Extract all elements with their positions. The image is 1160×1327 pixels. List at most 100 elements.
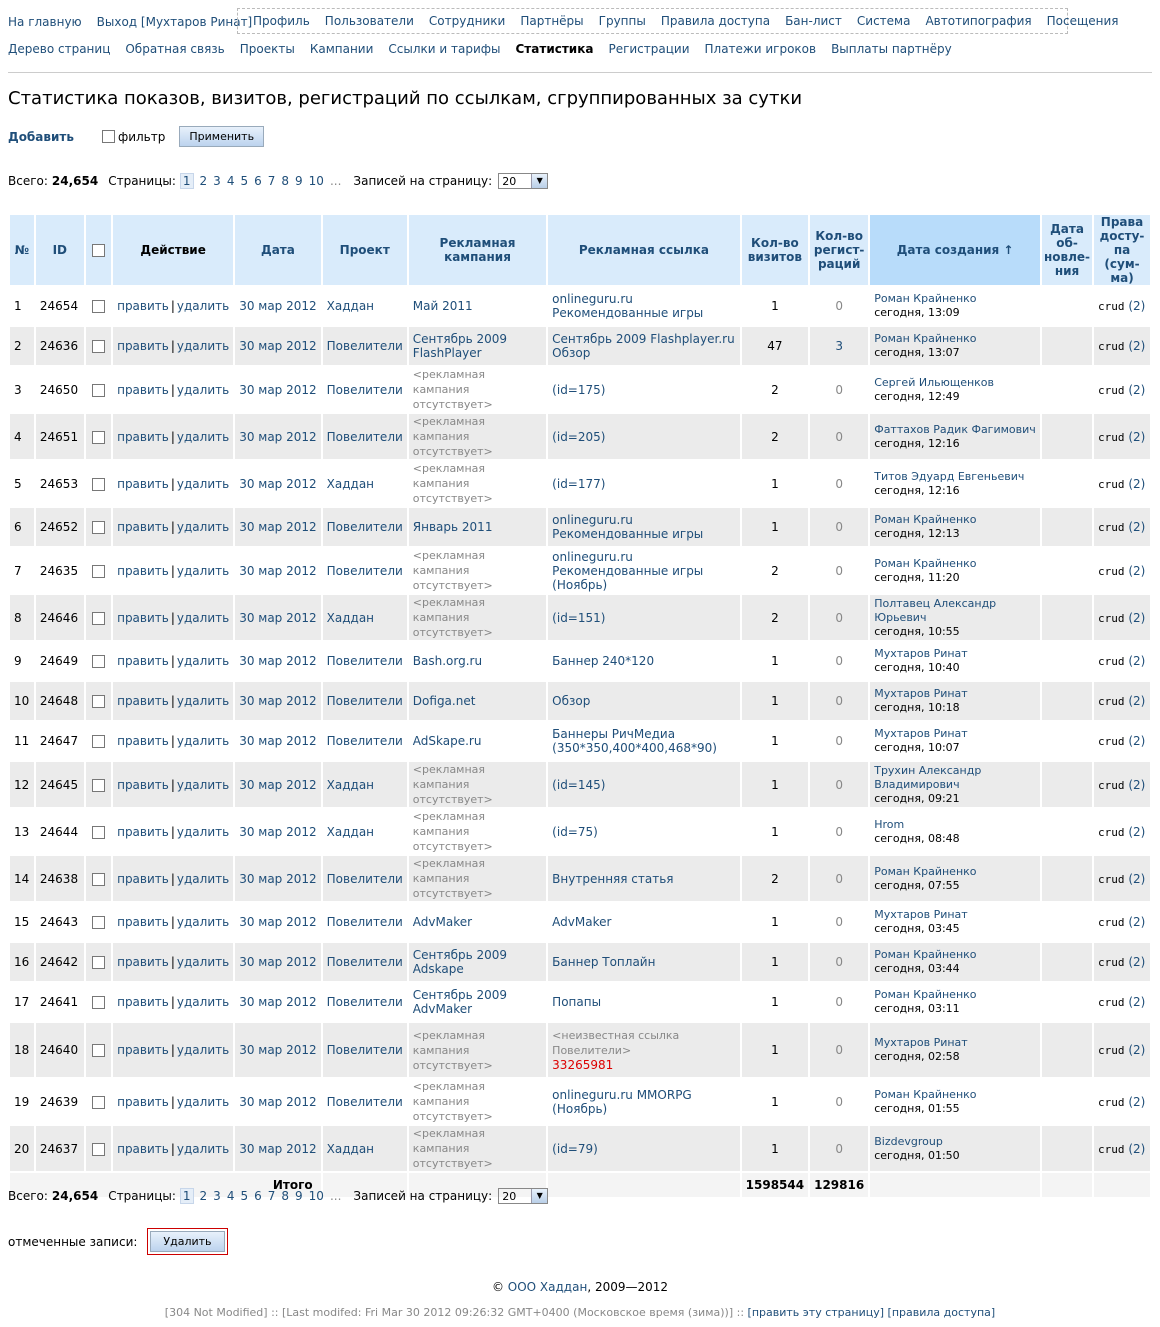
rights-count-link[interactable]: (2) — [1128, 1095, 1145, 1109]
rights-count-link[interactable]: (2) — [1128, 430, 1145, 444]
date-link[interactable]: 30 мар 2012 — [239, 430, 316, 444]
date-link[interactable]: 30 мар 2012 — [239, 654, 316, 668]
project-link[interactable]: Повелители — [327, 564, 403, 578]
project-link[interactable]: Повелители — [327, 430, 403, 444]
row-checkbox[interactable] — [91, 477, 105, 491]
section-nav-item[interactable]: Кампании — [310, 42, 374, 56]
section-nav-item[interactable]: Регистрации — [608, 42, 689, 56]
link-name[interactable]: (id=145) — [552, 778, 605, 792]
delete-link[interactable]: удалить — [177, 520, 229, 534]
link-name[interactable]: Баннеры РичМедиа (350*350,400*400,468*90… — [552, 727, 717, 755]
nav-item[interactable]: Правила доступа — [661, 14, 770, 28]
delete-link[interactable]: удалить — [177, 654, 229, 668]
project-link[interactable]: Повелители — [327, 339, 403, 353]
rights-count-link[interactable]: (2) — [1128, 383, 1145, 397]
campaign-link[interactable]: Сентябрь 2009 Adskape — [413, 948, 507, 976]
link-name[interactable]: Внутренняя статья — [552, 872, 673, 886]
per-page-select[interactable]: 20 ▼ — [498, 173, 549, 189]
date-link[interactable]: 30 мар 2012 — [239, 955, 316, 969]
link-name[interactable]: (id=75) — [552, 825, 598, 839]
date-link[interactable]: 30 мар 2012 — [239, 825, 316, 839]
delete-link[interactable]: удалить — [177, 383, 229, 397]
delete-link[interactable]: удалить — [177, 477, 229, 491]
edit-link[interactable]: править — [117, 955, 169, 969]
row-checkbox[interactable] — [91, 825, 105, 839]
project-link[interactable]: Повелители — [327, 955, 403, 969]
date-link[interactable]: 30 мар 2012 — [239, 383, 316, 397]
campaign-link[interactable]: Dofiga.net — [413, 694, 476, 708]
delete-link[interactable]: удалить — [177, 564, 229, 578]
author-link[interactable]: Полтавец Александр Юрьевич — [874, 597, 996, 624]
delete-link[interactable]: удалить — [177, 339, 229, 353]
row-checkbox[interactable] — [91, 521, 105, 534]
page-link[interactable]: 9 — [295, 1189, 303, 1203]
col-updated[interactable]: Дата об-новле-ния — [1039, 213, 1095, 287]
row-checkbox[interactable] — [91, 956, 105, 969]
row-checkbox[interactable] — [91, 655, 105, 668]
project-link[interactable]: Повелители — [327, 1043, 403, 1057]
row-checkbox[interactable] — [91, 1044, 105, 1057]
author-link[interactable]: Мухтаров Ринат — [874, 1036, 967, 1049]
page-link[interactable]: 5 — [240, 174, 248, 188]
page-link[interactable]: 9 — [295, 174, 303, 188]
author-link[interactable]: Bizdevgroup — [874, 1135, 943, 1148]
project-link[interactable]: Хаддан — [327, 611, 374, 625]
row-checkbox[interactable] — [91, 564, 105, 578]
col-id[interactable]: ID — [33, 213, 86, 287]
rights-count-link[interactable]: (2) — [1128, 477, 1145, 491]
nav-item[interactable]: Система — [857, 14, 911, 28]
campaign-link[interactable]: AdvMaker — [413, 915, 472, 929]
rights-count-link[interactable]: (2) — [1128, 694, 1145, 708]
page-link[interactable]: 8 — [281, 1189, 289, 1203]
project-link[interactable]: Повелители — [327, 520, 403, 534]
date-link[interactable]: 30 мар 2012 — [239, 694, 316, 708]
date-link[interactable]: 30 мар 2012 — [239, 564, 316, 578]
project-link[interactable]: Хаддан — [327, 778, 374, 792]
select-all-checkbox[interactable] — [91, 244, 105, 257]
page-link[interactable]: 3 — [213, 174, 221, 188]
row-checkbox[interactable] — [91, 735, 105, 748]
row-checkbox[interactable] — [91, 916, 105, 929]
link-name[interactable]: (id=177) — [552, 477, 605, 491]
author-link[interactable]: Мухтаров Ринат — [874, 647, 967, 660]
rights-count-link[interactable]: (2) — [1128, 1043, 1145, 1057]
author-link[interactable]: Мухтаров Ринат — [874, 687, 967, 700]
delete-link[interactable]: удалить — [177, 1095, 229, 1109]
edit-link[interactable]: править — [117, 299, 169, 313]
link-name[interactable]: Сентябрь 2009 Flashplayer.ru Обзор — [552, 332, 735, 360]
link-name[interactable]: Баннер 240*120 — [552, 654, 654, 668]
delete-link[interactable]: удалить — [177, 299, 229, 313]
project-link[interactable]: Повелители — [327, 654, 403, 668]
section-nav-item[interactable]: Выплаты партнёру — [831, 42, 952, 56]
delete-link[interactable]: удалить — [177, 955, 229, 969]
date-link[interactable]: 30 мар 2012 — [239, 995, 316, 1009]
campaign-link[interactable]: Bash.org.ru — [413, 654, 482, 668]
campaign-link[interactable]: Май 2011 — [413, 299, 473, 313]
nav-item[interactable]: Группы — [599, 14, 646, 28]
row-checkbox[interactable] — [91, 1142, 105, 1156]
edit-link[interactable]: править — [117, 778, 169, 792]
delete-link[interactable]: удалить — [177, 430, 229, 444]
row-checkbox[interactable] — [91, 383, 105, 397]
project-link[interactable]: Хаддан — [327, 299, 374, 313]
page-link[interactable]: 2 — [200, 174, 208, 188]
edit-link[interactable]: править — [117, 564, 169, 578]
edit-link[interactable]: править — [117, 430, 169, 444]
col-rights[interactable]: Права досту-па (сум-ма) — [1092, 213, 1152, 287]
link-name[interactable]: (id=175) — [552, 383, 605, 397]
author-link[interactable]: Титов Эдуард Евгеньевич — [874, 470, 1024, 483]
rights-count-link[interactable]: (2) — [1128, 872, 1145, 886]
nav-item[interactable]: Партнёры — [520, 14, 583, 28]
edit-link[interactable]: править — [117, 872, 169, 886]
apply-button[interactable]: Применить — [179, 126, 265, 147]
date-link[interactable]: 30 мар 2012 — [239, 734, 316, 748]
rights-count-link[interactable]: (2) — [1128, 1142, 1145, 1156]
project-link[interactable]: Хаддан — [327, 477, 374, 491]
delete-link[interactable]: удалить — [177, 1142, 229, 1156]
link-name[interactable]: (id=151) — [552, 611, 605, 625]
delete-button[interactable]: Удалить — [150, 1231, 225, 1252]
page-link[interactable]: 1 — [179, 173, 194, 189]
row-checkbox[interactable] — [91, 996, 105, 1009]
page-link[interactable]: 7 — [268, 1189, 276, 1203]
page-link[interactable]: 4 — [227, 174, 235, 188]
